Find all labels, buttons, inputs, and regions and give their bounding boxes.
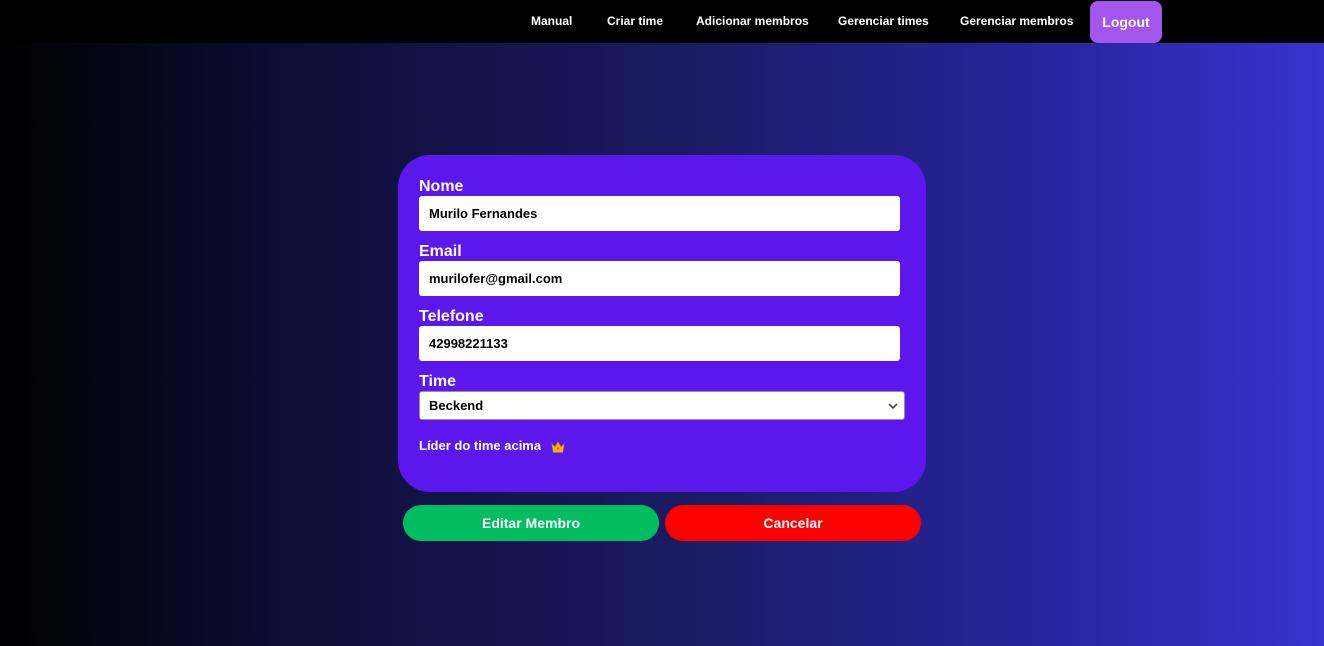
nav-item-manual[interactable]: Manual [531, 0, 572, 43]
nav-item-gerenciar-membros[interactable]: Gerenciar membros [960, 0, 1073, 43]
name-field[interactable] [419, 196, 900, 231]
edit-member-button[interactable]: Editar Membro [403, 505, 659, 541]
team-select-value: Beckend [429, 398, 484, 413]
email-label: Email [419, 243, 462, 260]
name-label: Nome [419, 178, 464, 195]
nav-item-criar-time[interactable]: Criar time [607, 0, 663, 43]
edit-member-card: Nome Email Telefone Time Beckend Líder d… [398, 155, 926, 492]
chevron-down-icon [888, 403, 898, 410]
top-navbar: Manual Criar time Adicionar membros Gere… [0, 0, 1324, 43]
phone-field[interactable] [419, 326, 900, 361]
logout-button[interactable]: Logout [1090, 1, 1162, 43]
cancel-button[interactable]: Cancelar [665, 505, 921, 541]
leader-note-text: Líder do time acima [419, 438, 542, 453]
crown-icon [551, 440, 565, 453]
team-select[interactable]: Beckend [419, 391, 905, 420]
email-field[interactable] [419, 261, 900, 296]
team-label: Time [419, 373, 457, 390]
nav-item-gerenciar-times[interactable]: Gerenciar times [838, 0, 929, 43]
phone-label: Telefone [419, 308, 484, 325]
leader-note: Líder do time acima [419, 438, 565, 453]
nav-item-adicionar-membros[interactable]: Adicionar membros [696, 0, 809, 43]
